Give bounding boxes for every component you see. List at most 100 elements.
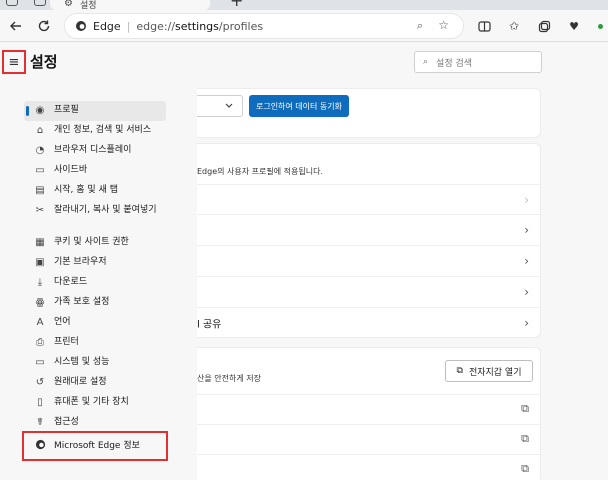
nav-label: 시스템 및 성능 xyxy=(54,357,110,367)
address-separator: | xyxy=(126,19,131,33)
edge-logo-icon xyxy=(34,439,46,454)
nav-label: 사이드바 xyxy=(54,165,88,175)
site-identity: Edge xyxy=(93,19,121,33)
nav-label: 개인 정보, 검색 및 서비스 xyxy=(54,125,152,135)
profile-dropdown[interactable] xyxy=(197,95,243,117)
url-path: /profiles xyxy=(218,19,264,33)
download-icon: ⤓ xyxy=(37,277,43,288)
url-text: edge://settings/profiles xyxy=(136,20,263,33)
wallet-link-row[interactable]: ⧉ xyxy=(197,394,541,424)
nav-label: 휴대폰 및 기타 장치 xyxy=(54,397,129,407)
appearance-icon: ◔ xyxy=(35,145,45,156)
collections-button[interactable] xyxy=(532,14,556,38)
wallet-link-row[interactable]: ⧉ xyxy=(197,424,541,454)
wallet-link-row[interactable]: ⧉ xyxy=(197,454,541,480)
share-label: l 공유 xyxy=(197,319,222,331)
nav-item-accessibility[interactable]: ☤ 접근성 xyxy=(24,413,166,433)
refresh-button[interactable] xyxy=(32,14,56,38)
nav-label: 시작, 홈 및 새 탭 xyxy=(54,185,118,195)
url-prefix: edge:// xyxy=(136,19,176,33)
nav-label: 프로필 xyxy=(54,105,79,115)
chevron-right-icon: › xyxy=(524,254,529,268)
zoom-search-icon[interactable]: ⌕ xyxy=(417,19,423,33)
nav-item-phone[interactable]: ▯ 휴대폰 및 기타 장치 xyxy=(24,393,166,413)
tab-settings[interactable]: ⚙ 설정 xyxy=(50,0,210,10)
nav-item-clipboard[interactable]: ✂ 잘라내기, 복사 및 붙여넣기 xyxy=(24,201,166,233)
sidebar-icon: ▭ xyxy=(35,165,45,176)
nav-label: 잘라내기, 복사 및 붙여넣기 xyxy=(54,205,157,215)
settings-row[interactable]: › xyxy=(197,276,541,307)
back-button[interactable] xyxy=(4,14,28,38)
start-home-icon: ▤ xyxy=(35,185,45,196)
nav-label: 프린터 xyxy=(54,337,79,347)
split-screen-icon xyxy=(477,20,491,32)
new-tab-icon[interactable]: + xyxy=(230,0,243,9)
nav-item-cookies[interactable]: ▦ 쿠키 및 사이트 권한 xyxy=(24,233,166,253)
nav-item-reset[interactable]: ↺ 원래대로 설정 xyxy=(24,373,166,393)
split-screen-button[interactable] xyxy=(472,14,496,38)
green-dot-icon xyxy=(597,23,603,29)
edge-logo-icon xyxy=(76,21,86,31)
nav-label: 언어 xyxy=(54,317,71,327)
collections-icon xyxy=(538,20,550,32)
settings-row[interactable]: › xyxy=(197,214,541,245)
nav-label: 쿠키 및 사이트 권한 xyxy=(54,237,129,247)
nav-item-downloads[interactable]: ⤓ 다운로드 xyxy=(24,273,166,293)
nav-item-family[interactable]: ꙮ 가족 보호 설정 xyxy=(24,293,166,313)
profile-icon: ◉ xyxy=(35,105,45,116)
tab-title: 설정 xyxy=(80,1,97,10)
nav-item-system[interactable]: ▭ 시스템 및 성능 xyxy=(24,353,166,373)
favorites-button[interactable]: ✩ xyxy=(502,14,526,38)
nav-item-start-home[interactable]: ▤ 시작, 홈 및 새 탭 xyxy=(24,181,166,201)
language-icon: A xyxy=(36,317,44,328)
open-wallet-label: 전자지갑 열기 xyxy=(468,367,522,378)
share-row[interactable]: l 공유 › xyxy=(197,307,541,338)
open-wallet-button[interactable]: ⧉ 전자지갑 열기 xyxy=(445,360,533,382)
nav-item-privacy[interactable]: ⌂ 개인 정보, 검색 및 서비스 xyxy=(24,121,166,141)
nav-item-printers[interactable]: ⎙ 프린터 xyxy=(24,333,166,353)
cookie-icon: ▦ xyxy=(35,237,45,248)
profile-note: Edge의 사용자 프로필에 적용됩니다. xyxy=(197,167,323,176)
extension-button[interactable]: ♥ xyxy=(562,14,586,38)
nav-item-languages[interactable]: A 언어 xyxy=(24,313,166,333)
extension-status-button[interactable] xyxy=(588,14,608,38)
family-icon: ꙮ xyxy=(35,297,45,308)
settings-search-input[interactable]: ⌕ 설정 검색 xyxy=(414,51,542,73)
nav-label: Microsoft Edge 정보 xyxy=(54,440,140,451)
workspaces-icon[interactable] xyxy=(6,0,18,6)
search-icon: ⌕ xyxy=(423,57,429,67)
refresh-icon xyxy=(38,20,50,32)
address-bar[interactable]: Edge | edge://settings/profiles ⌕ ☆ xyxy=(64,13,464,39)
open-external-icon: ⧉ xyxy=(521,432,529,445)
system-icon: ▭ xyxy=(35,357,45,368)
nav-item-default-browser[interactable]: ▣ 기본 브라우저 xyxy=(24,253,166,273)
chevron-right-icon: › xyxy=(524,192,529,207)
printer-icon: ⎙ xyxy=(36,337,44,348)
chevron-right-icon: › xyxy=(524,316,529,330)
menu-toggle-button[interactable]: ≡ xyxy=(2,50,26,74)
nav-item-about-edge[interactable]: Microsoft Edge 정보 xyxy=(22,431,168,461)
settings-header: ⌕ 설정 검색 xyxy=(197,43,608,83)
page-title: 설정 xyxy=(30,53,58,71)
nav-label: 다운로드 xyxy=(54,277,88,287)
default-browser-icon: ▣ xyxy=(35,257,45,268)
tab-strip: ⚙ 설정 + xyxy=(0,0,608,10)
settings-row[interactable]: › xyxy=(197,184,541,214)
nav-label: 가족 보호 설정 xyxy=(54,297,110,307)
nav-label: 기본 브라우저 xyxy=(54,257,107,267)
open-external-icon: ⧉ xyxy=(521,462,529,475)
favorite-star-icon[interactable]: ☆ xyxy=(438,18,449,32)
wallet-card: 산을 안전하게 저장 ⧉ 전자지갑 열기 ⧉ ⧉ ⧉ xyxy=(197,347,541,480)
wallet-note: 산을 안전하게 저장 xyxy=(197,374,261,383)
nav-item-appearance[interactable]: ◔ 브라우저 디스플레이 xyxy=(24,141,166,161)
nav-item-profiles[interactable]: ◉ 프로필 xyxy=(24,101,166,121)
settings-row[interactable]: › xyxy=(197,245,541,276)
phone-icon: ▯ xyxy=(37,397,43,408)
profile-settings-card: Edge의 사용자 프로필에 적용됩니다. › › › › l 공유 › xyxy=(197,143,541,338)
nav-label: 브라우저 디스플레이 xyxy=(54,145,132,155)
sync-data-button[interactable]: 로그인하여 데이터 동기화 xyxy=(249,95,349,117)
nav-item-sidebar[interactable]: ▭ 사이드바 xyxy=(24,161,166,181)
lock-icon: ⌂ xyxy=(36,125,44,136)
tab-actions-icon[interactable] xyxy=(34,0,46,6)
hamburger-icon: ≡ xyxy=(8,54,20,70)
